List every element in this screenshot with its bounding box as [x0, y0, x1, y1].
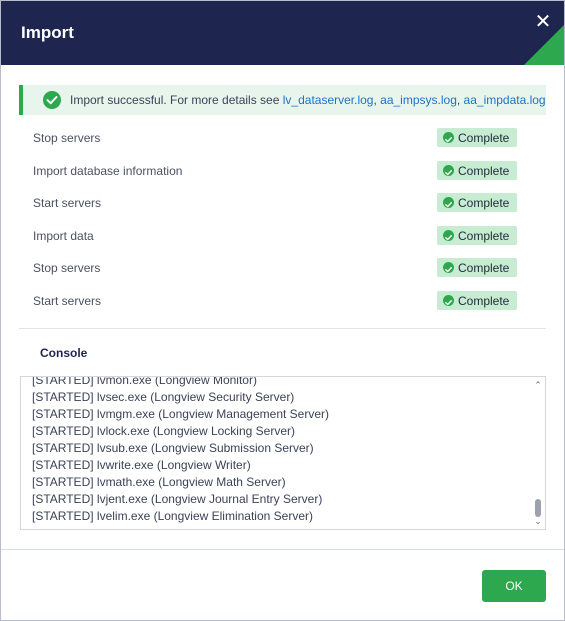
console-output[interactable]: [STARTED] lvmon.exe (Longview Monitor) [… [20, 376, 546, 530]
status-badge: Complete [437, 225, 517, 245]
status-text: Complete [458, 131, 510, 145]
console-line: [STARTED] lvmath.exe (Longview Math Serv… [32, 475, 286, 489]
dialog-header: Import ✕ [1, 1, 564, 65]
step-row: Start servers Complete [1, 285, 564, 318]
status-badge: Complete [437, 258, 517, 277]
step-row: Start servers Complete [1, 187, 564, 220]
import-steps: Stop servers Complete Import database in… [1, 122, 564, 317]
check-circle-icon [443, 262, 454, 273]
banner-message: Import successful. For more details see … [70, 93, 546, 107]
step-label: Start servers [33, 196, 102, 210]
check-circle-icon [443, 164, 454, 176]
step-row: Stop servers Complete [1, 122, 564, 155]
log-link-impdata[interactable]: aa_impdata.log [464, 93, 546, 107]
step-row: Stop servers Complete [1, 252, 564, 285]
console-line: [STARTED] lvwrite.exe (Longview Writer) [32, 458, 251, 472]
console-line: [STARTED] lvsub.exe (Longview Submission… [32, 441, 314, 455]
step-label: Start servers [33, 293, 102, 308]
log-link-impsys[interactable]: aa_impsys.log [380, 93, 457, 107]
check-circle-icon [443, 197, 454, 208]
step-label: Import data [33, 228, 94, 243]
status-text: Complete [458, 261, 510, 275]
footer-divider [1, 549, 564, 550]
status-text: Complete [458, 228, 510, 243]
status-badge: Complete [437, 160, 517, 180]
console-line: [STARTED] lvmgm.exe (Longview Management… [32, 407, 329, 421]
check-circle-icon [443, 132, 454, 143]
console-lines: [STARTED] lvmon.exe (Longview Monitor) [… [32, 376, 329, 525]
step-label: Import database information [33, 163, 183, 178]
console-line: [STARTED] lvelim.exe (Longview Eliminati… [32, 509, 313, 523]
console-title: Console [40, 346, 88, 360]
status-text: Complete [458, 293, 510, 308]
import-dialog: Import ✕ Import successful. For more det… [0, 0, 565, 621]
chevron-down-icon[interactable]: ⌄ [532, 515, 544, 527]
step-label: Stop servers [33, 131, 101, 145]
status-badge: Complete [437, 290, 517, 310]
status-badge: Complete [437, 128, 517, 147]
corner-accent [524, 25, 564, 65]
step-row: Import data Complete [1, 220, 564, 253]
console-line: [STARTED] lvsec.exe (Longview Security S… [32, 390, 295, 404]
chevron-up-icon[interactable]: ⌃ [532, 379, 544, 391]
dialog-title: Import [21, 23, 74, 42]
console-line: [STARTED] lvjent.exe (Longview Journal E… [32, 492, 323, 506]
link-separator: , [456, 93, 464, 107]
console-line: [STARTED] lvlock.exe (Longview Locking S… [32, 424, 295, 438]
console-line: [STARTED] lvmon.exe (Longview Monitor) [32, 376, 257, 387]
status-badge: Complete [437, 193, 517, 212]
banner-text: Import successful. For more details see [70, 93, 283, 107]
success-banner: Import successful. For more details see … [19, 85, 546, 115]
section-divider [19, 328, 546, 329]
step-label: Stop servers [33, 261, 101, 275]
log-link-dataserver[interactable]: lv_dataserver.log [283, 93, 374, 107]
check-circle-icon [443, 229, 454, 241]
step-row: Import database information Complete [1, 155, 564, 188]
status-text: Complete [458, 163, 510, 178]
console-scrollbar[interactable]: ⌃ ⌄ [531, 377, 545, 529]
status-text: Complete [458, 196, 510, 210]
ok-button[interactable]: OK [482, 570, 546, 602]
check-circle-icon [43, 91, 61, 109]
check-circle-icon [443, 294, 454, 306]
